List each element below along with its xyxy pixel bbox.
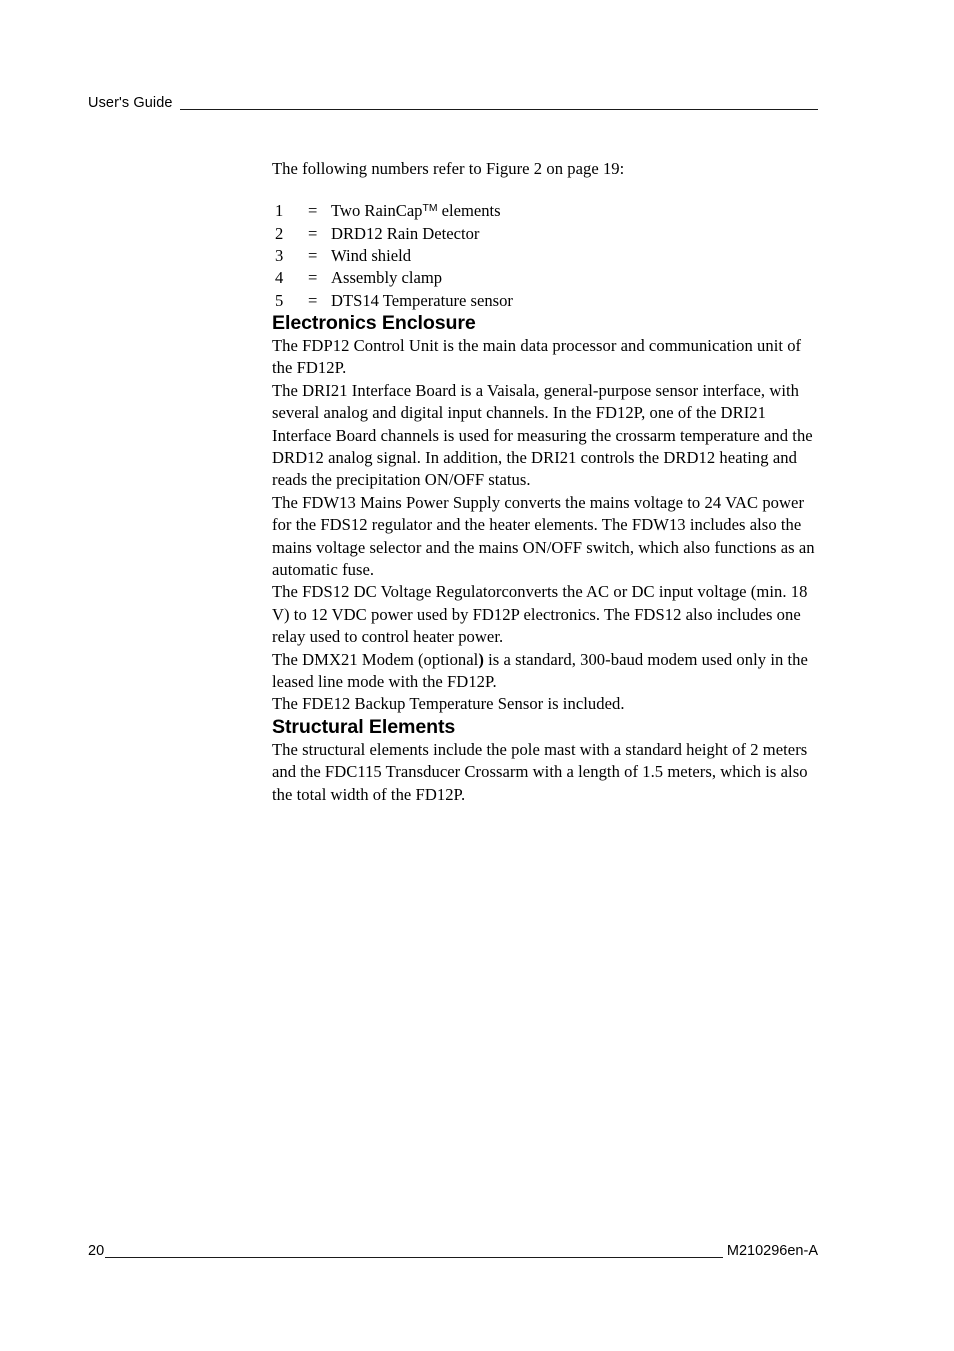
- legend-label: Assembly clamp: [331, 268, 443, 288]
- legend-label: DTS14 Temperature sensor: [331, 290, 513, 310]
- trademark-symbol: TM: [422, 203, 438, 215]
- document-code: M210296en-A: [726, 1243, 818, 1259]
- content-column: The following numbers refer to Figure 2 …: [272, 158, 820, 806]
- section-heading-structural-elements: Structural Elements: [272, 715, 456, 738]
- list-item: 3 = Wind shield: [272, 245, 820, 267]
- legend-label: Two RainCapTM elements: [331, 200, 820, 222]
- legend-number: 5: [275, 290, 284, 310]
- legend-equals: =: [308, 290, 318, 310]
- paragraph-fde12: The FDE12 Backup Temperature Sensor is i…: [272, 694, 625, 714]
- legend-label: Wind shield: [331, 246, 411, 265]
- page-footer: 20 M210296en-A: [88, 1236, 818, 1260]
- legend-equals: =: [308, 268, 318, 288]
- paragraph-structural: The structural elements include the pole…: [272, 739, 808, 804]
- list-item: 1 = Two RainCapTM elements: [272, 200, 820, 222]
- legend-number: 4: [275, 268, 284, 288]
- legend-label-text-tail: elements: [437, 201, 501, 221]
- page-header: User's Guide: [88, 88, 818, 112]
- header-label: User's Guide: [88, 95, 173, 111]
- legend-number: 3: [275, 246, 284, 265]
- legend-equals: =: [308, 201, 318, 221]
- list-item: 5 = DTS14 Temperature sensor: [272, 290, 820, 312]
- paragraph-fds12: The FDS12 DC Voltage Regulatorconverts t…: [272, 582, 808, 647]
- paragraph-dmx21: The DMX21 Modem (optional) is a standard…: [272, 649, 820, 694]
- header-rule: [179, 109, 818, 110]
- footer-rule: [105, 1257, 723, 1258]
- figure-legend-list: 1 = Two RainCapTM elements 2 = DRD12 Rai…: [272, 200, 820, 311]
- paragraph-fdw13: The FDW13 Mains Power Supply converts th…: [272, 492, 815, 579]
- paragraph-dri21: The DRI21 Interface Board is a Vaisala, …: [272, 380, 813, 490]
- legend-equals: =: [308, 246, 318, 265]
- paragraph-dmx21-before: The DMX21 Modem (optional: [272, 649, 479, 669]
- list-item: 4 = Assembly clamp: [272, 267, 820, 289]
- legend-number: 2: [275, 223, 284, 243]
- legend-label: DRD12 Rain Detector: [331, 223, 480, 243]
- document-page: User's Guide The following numbers refer…: [0, 0, 954, 1351]
- legend-number: 1: [275, 201, 284, 221]
- list-item: 2 = DRD12 Rain Detector: [272, 223, 820, 245]
- legend-equals: =: [308, 223, 318, 243]
- intro-paragraph: The following numbers refer to Figure 2 …: [272, 159, 625, 178]
- paragraph-fdp12: The FDP12 Control Unit is the main data …: [272, 335, 802, 378]
- legend-label-text: Two RainCap: [331, 201, 423, 221]
- page-number: 20: [88, 1243, 105, 1259]
- section-heading-electronics-enclosure: Electronics Enclosure: [272, 311, 476, 334]
